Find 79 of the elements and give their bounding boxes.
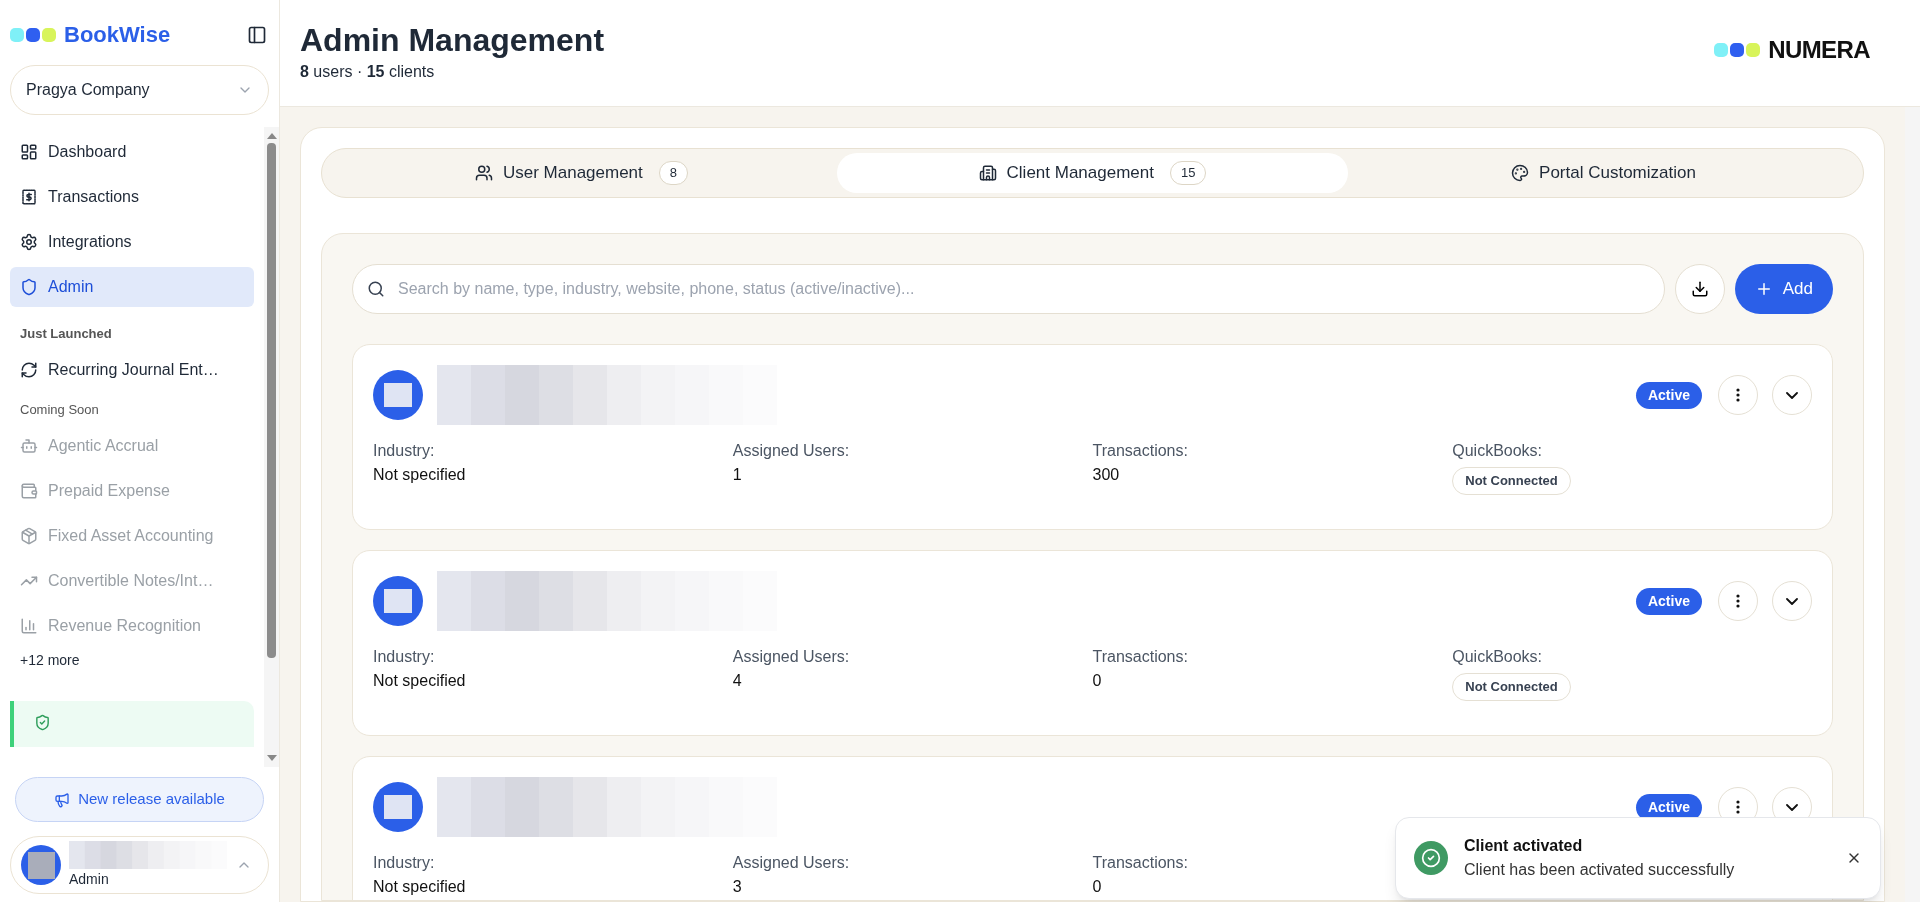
partner-logo: NUMERA — [1768, 35, 1870, 65]
chevron-down-icon — [1786, 597, 1798, 605]
field-label: Industry: — [373, 647, 435, 667]
field-value: Not specified — [373, 465, 466, 485]
download-icon — [1690, 280, 1709, 298]
field-value: 300 — [1092, 465, 1120, 485]
field-label: Industry: — [373, 441, 435, 461]
client-avatar — [373, 370, 423, 420]
company-selector[interactable]: Pragya Company — [10, 65, 269, 115]
section-title: Just Launched — [19, 325, 113, 343]
field-label: Assigned Users: — [732, 647, 850, 667]
field-label: Transactions: — [1092, 853, 1188, 873]
field-value: Not specified — [373, 877, 466, 897]
shield-icon — [20, 278, 38, 296]
section-title: Coming Soon — [19, 400, 100, 419]
field-value: 1 — [732, 465, 742, 485]
count-badge: 15 — [1169, 161, 1207, 185]
field-value: 0 — [1092, 877, 1102, 897]
search-icon — [367, 280, 385, 298]
page-scrollbar[interactable] — [1905, 107, 1920, 902]
field-label: Transactions: — [1092, 441, 1188, 461]
field-label: QuickBooks: — [1452, 441, 1543, 461]
count-badge: 8 — [658, 161, 689, 185]
building-icon — [978, 164, 997, 182]
nav-item[interactable]: Transactions — [10, 177, 254, 217]
more-vertical-icon — [1736, 388, 1740, 402]
nav-item[interactable]: Dashboard — [10, 132, 254, 172]
refresh-icon — [20, 360, 38, 379]
page-subtitle: 8 users · 15 clients — [300, 62, 436, 82]
more-vertical-icon — [1736, 594, 1740, 608]
user-role: Admin — [69, 869, 110, 889]
box-icon — [20, 527, 38, 545]
chevron-down-icon — [1786, 803, 1798, 811]
logo-dots-icon — [1714, 43, 1761, 57]
avatar — [21, 845, 61, 885]
search-field[interactable]: Search by name, type, industry, website, phone, status (active/inactive)... — [352, 264, 1665, 314]
logo-dots-icon — [10, 27, 56, 42]
nav-item[interactable]: Integrations — [10, 222, 254, 262]
more-vertical-icon — [1736, 800, 1740, 814]
wallet-icon — [20, 482, 38, 500]
client-avatar — [373, 782, 423, 832]
palette-icon — [1511, 164, 1530, 182]
toast-title: Client activated — [1464, 836, 1584, 856]
robot-icon — [20, 437, 38, 455]
field-label: Assigned Users: — [732, 441, 850, 461]
download-button[interactable] — [1674, 264, 1725, 314]
dashboard-icon — [20, 143, 38, 161]
brand-name: BookWise — [64, 21, 171, 49]
nav-item[interactable]: Recurring Journal Ent… — [10, 349, 254, 390]
release-button[interactable]: New release available — [15, 777, 264, 822]
field-value: Not specified — [373, 671, 466, 691]
tab[interactable]: User Management 8 — [326, 153, 837, 193]
more-link[interactable]: +12 more — [10, 650, 254, 671]
sidebar-toggle-icon[interactable] — [247, 24, 267, 45]
field-value: 0 — [1092, 671, 1102, 691]
toast-message: Client has been activated successfully — [1464, 860, 1736, 880]
chevron-down-icon — [1786, 391, 1798, 399]
status-badge: Active — [1635, 587, 1702, 615]
users-icon — [474, 164, 493, 182]
field-value: 4 — [732, 671, 742, 691]
field-label: Assigned Users: — [732, 853, 850, 873]
shield-check-icon — [34, 714, 51, 731]
megaphone-icon — [54, 791, 71, 808]
page-title: Admin Management — [300, 21, 605, 60]
dollar-icon — [20, 188, 38, 206]
client-avatar — [373, 576, 423, 626]
field-label: QuickBooks: — [1452, 647, 1543, 667]
nav-item[interactable]: Admin — [10, 267, 254, 307]
add-button[interactable]: Add — [1734, 264, 1833, 314]
sidebar-scrollbar[interactable] — [264, 127, 279, 767]
tab[interactable]: Portal Customization — [1348, 153, 1859, 193]
field-value: 3 — [732, 877, 742, 897]
settings-icon — [20, 233, 38, 251]
success-icon — [1421, 848, 1441, 868]
field-label: Industry: — [373, 853, 435, 873]
field-label: Transactions: — [1092, 647, 1188, 667]
tab[interactable]: Client Management 15 — [837, 153, 1348, 193]
bar-chart-icon — [20, 617, 38, 635]
status-badge: Active — [1635, 381, 1702, 409]
